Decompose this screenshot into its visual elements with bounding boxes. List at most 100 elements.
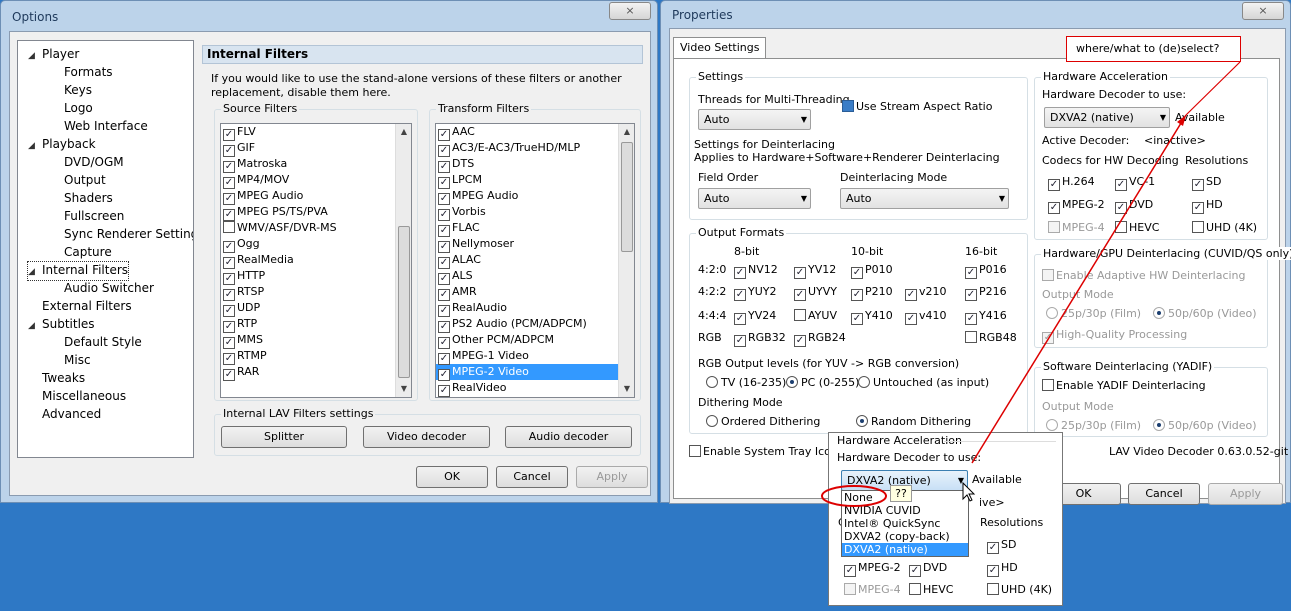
yadif-checkbox[interactable]: Enable YADIF Deinterlacing xyxy=(1042,379,1206,392)
list-item[interactable]: ✓ MMS xyxy=(221,332,395,349)
tree-item[interactable]: ◢ Playback xyxy=(28,136,96,154)
rgb32-checkbox[interactable]: ✓ RGB32 xyxy=(734,331,786,347)
uhd-checkbox[interactable]: UHD (4K) xyxy=(1192,221,1257,234)
options-close-button[interactable]: × xyxy=(609,2,651,20)
random-dither-radio[interactable]: Random Dithering xyxy=(856,415,971,428)
ok-button[interactable]: OK xyxy=(416,466,488,488)
tree-item[interactable]: Sync Renderer Settings xyxy=(64,226,193,242)
tree-item[interactable]: ◢ Subtitles xyxy=(28,316,95,334)
tree-item[interactable]: Default Style xyxy=(64,334,142,350)
dropdown-option[interactable]: DXVA2 (native) xyxy=(842,543,968,556)
list-item[interactable]: ✓ Matroska xyxy=(221,156,395,173)
tv-radio[interactable]: TV (16-235) xyxy=(706,376,786,389)
tree-item[interactable]: ◢ Internal Filters xyxy=(26,261,130,281)
hq-processing-checkbox[interactable]: ✓ High-Quality Processing xyxy=(1042,328,1187,344)
adaptive-deint-checkbox[interactable]: Enable Adaptive HW Deinterlacing xyxy=(1042,269,1246,282)
sd-checkbox[interactable]: ✓ SD xyxy=(1192,175,1221,191)
list-item[interactable]: ✓ AC3/E-AC3/TrueHD/MLP xyxy=(436,140,618,157)
v210-checkbox[interactable]: ✓ v210 xyxy=(905,285,947,301)
vc1-checkbox[interactable]: ✓ VC-1 xyxy=(1115,175,1155,191)
cancel-button[interactable]: Cancel xyxy=(496,466,568,488)
ordered-dither-radio[interactable]: Ordered Dithering xyxy=(706,415,820,428)
yuy2-checkbox[interactable]: ✓ YUY2 xyxy=(734,285,777,301)
pc-radio[interactable]: PC (0-255) xyxy=(786,376,859,389)
list-item[interactable]: ✓ DTS xyxy=(436,156,618,173)
scroll-up-icon[interactable]: ▲ xyxy=(396,124,411,140)
list-item[interactable]: ✓ HTTP xyxy=(221,268,395,285)
list-item[interactable]: ✓ RealAudio xyxy=(436,300,618,317)
scroll-thumb[interactable] xyxy=(621,142,633,252)
list-item[interactable]: ✓ RTMP xyxy=(221,348,395,365)
tree-item[interactable]: Capture xyxy=(64,244,112,260)
inset-hevc-checkbox[interactable]: HEVC xyxy=(909,583,953,596)
tray-icon-checkbox[interactable]: Enable System Tray Icon xyxy=(689,445,838,458)
list-item[interactable]: ✓ MP4/MOV xyxy=(221,172,395,189)
gpu-video-radio[interactable]: 50p/60p (Video) xyxy=(1153,307,1257,320)
dvd-checkbox[interactable]: ✓ DVD xyxy=(1115,198,1153,214)
list-item[interactable]: WMV/ASF/DVR-MS xyxy=(221,220,395,236)
tree-item[interactable]: Output xyxy=(64,172,106,188)
dropdown-option[interactable]: NVIDIA CUVID xyxy=(842,504,968,517)
tree-item[interactable]: Shaders xyxy=(64,190,113,206)
splitter-button[interactable]: Splitter xyxy=(221,426,347,448)
tree-item[interactable]: Fullscreen xyxy=(64,208,124,224)
checkbox-icon[interactable] xyxy=(223,221,235,233)
gpu-film-radio[interactable]: 25p/30p (Film) xyxy=(1046,307,1141,320)
hw-decoder-select[interactable]: DXVA2 (native) ▼ xyxy=(1044,107,1170,128)
inset-uhd-checkbox[interactable]: UHD (4K) xyxy=(987,583,1052,596)
tree-item[interactable]: Tweaks xyxy=(28,370,85,386)
transform-scrollbar[interactable]: ▲ ▼ xyxy=(618,124,634,397)
scroll-down-icon[interactable]: ▼ xyxy=(619,381,634,397)
expand-arrow-icon[interactable]: ◢ xyxy=(28,138,42,154)
hd-checkbox[interactable]: ✓ HD xyxy=(1192,198,1223,214)
list-item[interactable]: ✓ ALS xyxy=(436,268,618,285)
source-scrollbar[interactable]: ▲ ▼ xyxy=(395,124,411,397)
inset-hd-checkbox[interactable]: ✓ HD xyxy=(987,561,1018,577)
tree-item[interactable]: Formats xyxy=(64,64,113,80)
list-item[interactable]: ✓ RTSP xyxy=(221,284,395,301)
checkbox-icon[interactable]: ✓ xyxy=(438,385,450,397)
inset-mpeg4-checkbox[interactable]: MPEG-4 xyxy=(844,583,901,596)
tab-video-settings[interactable]: Video Settings xyxy=(673,37,767,59)
scroll-thumb[interactable] xyxy=(398,226,410,378)
list-item[interactable]: ✓ Vorbis xyxy=(436,204,618,221)
yv24-checkbox[interactable]: ✓ YV24 xyxy=(734,309,776,325)
p210-checkbox[interactable]: ✓ P210 xyxy=(851,285,893,301)
scroll-down-icon[interactable]: ▼ xyxy=(396,381,411,397)
checkbox-icon[interactable]: ✓ xyxy=(223,369,235,381)
list-item[interactable]: ✓ MPEG-1 Video xyxy=(436,348,618,365)
list-item[interactable]: ✓ Ogg xyxy=(221,236,395,253)
tree-item[interactable]: External Filters xyxy=(28,298,132,314)
list-item[interactable]: ✓ RealVideo xyxy=(436,380,618,397)
list-item[interactable]: ✓ Nellymoser xyxy=(436,236,618,253)
inset-dvd-checkbox[interactable]: ✓ DVD xyxy=(909,561,947,577)
expand-arrow-icon[interactable]: ◢ xyxy=(28,264,42,280)
list-item[interactable]: ✓ RTP xyxy=(221,316,395,333)
tree-item[interactable]: Miscellaneous xyxy=(28,388,126,404)
options-nav-tree[interactable]: ◢ Player Formats Keys Logo Web Interface ◢ Play… xyxy=(17,40,194,458)
video-decoder-button[interactable]: Video decoder xyxy=(363,426,490,448)
tree-item[interactable]: Logo xyxy=(64,100,93,116)
list-item[interactable]: ✓ FLV xyxy=(221,124,395,141)
field-order-select[interactable]: Auto ▼ xyxy=(698,188,811,209)
rgb24-checkbox[interactable]: ✓ RGB24 xyxy=(794,331,846,347)
threads-select[interactable]: Auto ▼ xyxy=(698,109,811,130)
list-item[interactable]: ✓ RAR xyxy=(221,364,395,381)
inset-mpeg2-checkbox[interactable]: ✓ MPEG-2 xyxy=(844,561,901,577)
rgb48-checkbox[interactable]: RGB48 xyxy=(965,331,1017,344)
p216-checkbox[interactable]: ✓ P216 xyxy=(965,285,1007,301)
h264-checkbox[interactable]: ✓ H.264 xyxy=(1048,175,1095,191)
list-item[interactable]: ✓ MPEG Audio xyxy=(221,188,395,205)
sw-film-radio[interactable]: 25p/30p (Film) xyxy=(1046,419,1141,432)
dropdown-option[interactable]: Intel® QuickSync xyxy=(842,517,968,530)
ayuv-checkbox[interactable]: AYUV xyxy=(794,309,837,322)
sw-video-radio[interactable]: 50p/60p (Video) xyxy=(1153,419,1257,432)
list-item[interactable]: ✓ AAC xyxy=(436,124,618,141)
expand-arrow-icon[interactable]: ◢ xyxy=(28,48,42,64)
cancel-button[interactable]: Cancel xyxy=(1128,483,1200,505)
inset-sd-checkbox[interactable]: ✓ SD xyxy=(987,538,1016,554)
tree-item[interactable]: DVD/OGM xyxy=(64,154,124,170)
expand-arrow-icon[interactable]: ◢ xyxy=(28,318,42,334)
audio-decoder-button[interactable]: Audio decoder xyxy=(505,426,632,448)
transform-filters-list[interactable]: ✓ AAC ✓ AC3/E-AC3/TrueHD/MLP ✓ DTS ✓ LPCM ✓ MPEG … xyxy=(435,123,635,398)
